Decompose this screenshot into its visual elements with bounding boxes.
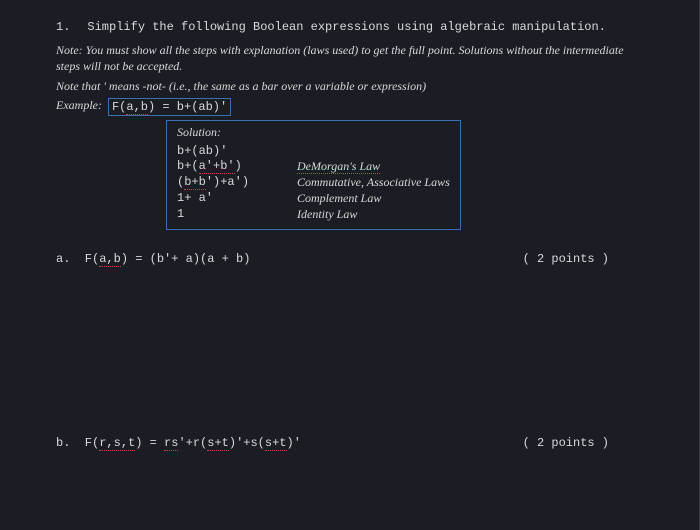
- question-number: 1.: [56, 20, 70, 34]
- problem-b-points: ( 2 points ): [523, 436, 609, 450]
- solution-step: b+(ab)': [177, 144, 450, 158]
- step-law: Commutative, Associative Laws: [297, 175, 450, 190]
- step-expr: b+(ab)': [177, 144, 297, 158]
- step-expr: b+(a'+b'): [177, 159, 297, 174]
- step-expr: 1+ a': [177, 191, 297, 206]
- solution-step: 1+ a' Complement Law: [177, 191, 450, 206]
- solution-step: 1 Identity Law: [177, 207, 450, 222]
- problem-b-expr: b. F(r,s,t) = rs'+r(s+t)'+s(s+t)': [56, 436, 523, 450]
- solution-label: Solution:: [177, 125, 450, 140]
- solution-step: (b+b')+a') Commutative, Associative Laws: [177, 175, 450, 190]
- example-function: F(a,b) = b+(ab)': [108, 98, 231, 116]
- step-expr: (b+b')+a'): [177, 175, 297, 190]
- problem-a: a. F(a,b) = (b'+ a)(a + b) ( 2 points ): [56, 252, 649, 266]
- example-label: Example:: [56, 98, 102, 113]
- step-expr: 1: [177, 207, 297, 222]
- question-title: 1. Simplify the following Boolean expres…: [56, 18, 649, 36]
- note-1: Note: You must show all the steps with e…: [56, 42, 649, 74]
- step-law: Identity Law: [297, 207, 357, 222]
- problem-b: b. F(r,s,t) = rs'+r(s+t)'+s(s+t)' ( 2 po…: [56, 436, 649, 450]
- question-text: Simplify the following Boolean expressio…: [87, 20, 605, 34]
- solution-step: b+(a'+b') DeMorgan's Law: [177, 159, 450, 174]
- problem-a-points: ( 2 points ): [523, 252, 609, 266]
- note-2: Note that ' means -not- (i.e., the same …: [56, 78, 649, 94]
- step-law: DeMorgan's Law: [297, 159, 380, 174]
- problem-a-expr: a. F(a,b) = (b'+ a)(a + b): [56, 252, 523, 266]
- solution-box: Solution: b+(ab)' b+(a'+b') DeMorgan's L…: [166, 120, 461, 230]
- example-row: Example: F(a,b) = b+(ab)': [56, 98, 649, 116]
- step-law: Complement Law: [297, 191, 381, 206]
